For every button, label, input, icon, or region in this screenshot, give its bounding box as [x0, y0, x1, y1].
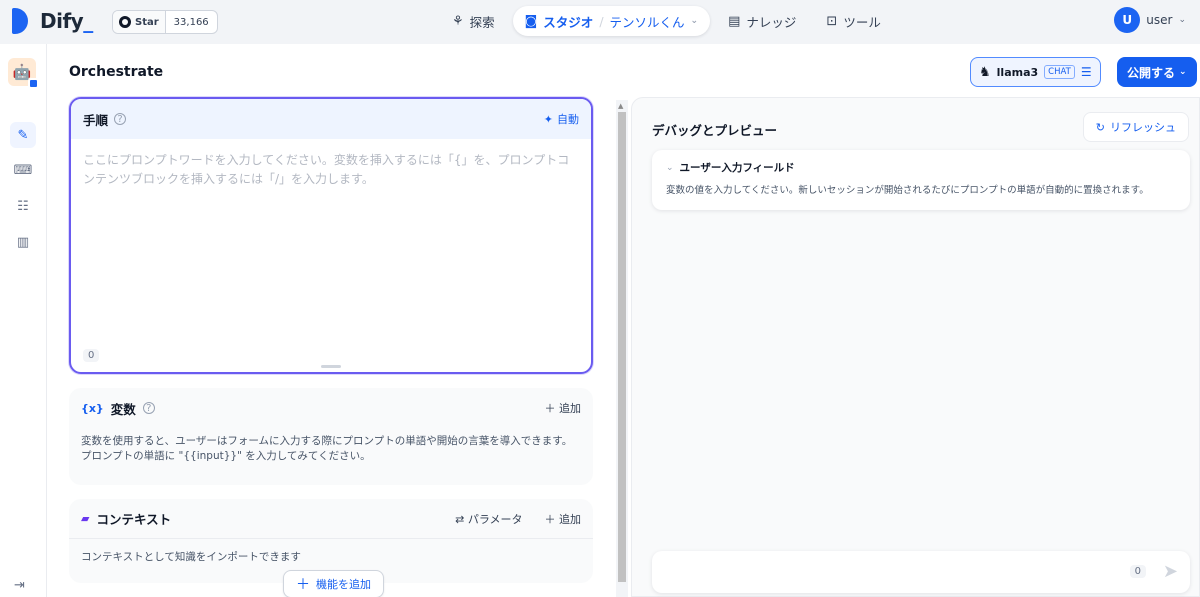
refresh-label: リフレッシュ	[1110, 121, 1176, 134]
github-star-button[interactable]: Star	[113, 11, 166, 33]
auto-generate-label: 自動	[557, 113, 579, 126]
nav-knowledge[interactable]: ▤ ナレッジ	[716, 6, 808, 36]
tools-icon: ⊡	[826, 13, 838, 29]
debug-title: デバッグとプレビュー	[652, 123, 778, 138]
help-question-icon[interactable]: ?	[142, 402, 155, 414]
model-name: llama3	[996, 65, 1039, 79]
llama-model-icon: ♞	[979, 64, 991, 80]
chat-input-box[interactable]: 0 ➤	[652, 551, 1190, 593]
logs-file-icon: ☷	[17, 198, 29, 214]
github-star-count[interactable]: 33,166	[166, 17, 217, 28]
add-context-button[interactable]: ＋ 追加	[545, 511, 582, 527]
variables-title: 変数	[110, 401, 136, 417]
add-variable-label: 追加	[559, 402, 581, 415]
plus-icon: ＋	[296, 577, 310, 593]
add-feature-button[interactable]: ＋ 機能を追加	[283, 570, 384, 597]
dify-logo-mark-icon	[12, 8, 34, 34]
nav-studio-app-name[interactable]: テンソルくん	[610, 12, 685, 31]
nav-knowledge-label: ナレッジ	[746, 14, 797, 30]
terminal-icon: ⌨	[13, 162, 33, 178]
params-sliders-icon: ⇄	[455, 512, 465, 526]
knowledge-book-icon: ▤	[728, 13, 741, 29]
orchestrate-config-column: 手順 ? ✦ 自動 ここにプロンプトワードを入力してください。変数を挿入するには…	[69, 97, 593, 597]
params-label: パラメータ	[467, 512, 523, 526]
collapse-sidebar-icon[interactable]: ⇥	[14, 578, 25, 593]
prompt-editor-header: 手順 ? ✦ 自動	[71, 99, 591, 139]
debug-preview-panel: デバッグとプレビュー ↻ リフレッシュ ⌄ ユーザー入力フィールド 変数の値を入…	[631, 97, 1200, 597]
model-selector-button[interactable]: ♞ llama3 CHAT ☰	[970, 57, 1101, 87]
user-name: user	[1146, 13, 1173, 27]
avatar[interactable]: U	[1114, 7, 1141, 33]
prompt-textarea[interactable]: ここにプロンプトワードを入力してください。変数を挿入するには「{」を、プロンプト…	[71, 139, 591, 201]
user-input-field-title: ユーザー入力フィールド	[679, 162, 795, 174]
sidebar-item-monitoring[interactable]: ▥	[10, 229, 36, 255]
github-star-widget[interactable]: Star 33,166	[112, 10, 218, 34]
send-icon[interactable]: ➤	[1163, 561, 1178, 582]
chat-char-count: 0	[1129, 565, 1146, 578]
chevron-down-icon[interactable]: ⌄	[691, 16, 699, 26]
app-avatar-robot-icon[interactable]: 🤖	[8, 58, 39, 89]
context-description: コンテキストとして知識をインポートできます	[81, 551, 301, 563]
brand-underscore: _	[83, 9, 93, 33]
refresh-icon: ↻	[1095, 120, 1105, 134]
config-scrollbar[interactable]: ▲	[616, 100, 628, 597]
variables-section: {x} 変数 ? ＋ 追加 変数を使用すると、ユーザーはフォームに入力する際にプ…	[69, 388, 593, 485]
context-document-icon: ▰	[81, 512, 90, 525]
nav-studio-label: スタジオ	[543, 14, 594, 30]
context-params-button[interactable]: ⇄ パラメータ	[455, 511, 522, 527]
app-sidebar: 🤖 ✎ ⌨ ☷ ▥ ⇥	[0, 44, 47, 597]
app-type-badge-icon	[28, 78, 39, 89]
breadcrumb-separator: /	[599, 13, 604, 29]
context-title: コンテキスト	[96, 512, 172, 527]
settings-sliders-icon: ☰	[1080, 65, 1092, 79]
nav-explore-label: 探索	[469, 14, 495, 30]
auto-generate-button[interactable]: ✦ 自動	[544, 111, 579, 127]
top-bar: Dify_ Star 33,166 ⚘ 探索 ◙ スタジオ / テンソルくん ⌄…	[0, 0, 1200, 44]
chevron-down-icon: ⌄	[1178, 15, 1186, 25]
sidebar-item-orchestrate[interactable]: ✎	[10, 122, 36, 148]
explore-icon: ⚘	[452, 13, 464, 29]
variables-description: 変数を使用すると、ユーザーはフォームに入力する際にプロンプトの単語や開始の言葉を…	[81, 435, 573, 462]
add-context-label: 追加	[559, 512, 581, 526]
resize-handle[interactable]	[321, 365, 341, 368]
nav-tools[interactable]: ⊡ ツール	[814, 6, 892, 36]
add-feature-label: 機能を追加	[316, 578, 371, 591]
orchestrate-edit-icon: ✎	[17, 127, 29, 143]
dify-logo[interactable]: Dify_	[12, 8, 93, 34]
page-title: Orchestrate	[69, 64, 164, 80]
chevron-down-icon: ⌄	[1179, 67, 1187, 77]
main-area: Orchestrate ♞ llama3 CHAT ☰ 公開する ⌄ 手順 ? …	[47, 44, 1200, 597]
help-question-icon[interactable]: ?	[114, 113, 127, 125]
prompt-editor-card: 手順 ? ✦ 自動 ここにプロンプトワードを入力してください。変数を挿入するには…	[69, 97, 593, 374]
refresh-button[interactable]: ↻ リフレッシュ	[1082, 112, 1189, 142]
user-input-field-description: 変数の値を入力してください。新しいセッションが開始されるたびにプロンプトの単語が…	[666, 185, 1149, 196]
publish-button[interactable]: 公開する ⌄	[1117, 57, 1197, 87]
bar-chart-icon: ▥	[16, 234, 30, 250]
nav-tools-label: ツール	[843, 14, 881, 30]
sparkle-icon: ✦	[543, 112, 553, 126]
scroll-thumb[interactable]	[618, 112, 626, 582]
model-mode-tag: CHAT	[1044, 65, 1075, 79]
user-menu[interactable]: U user ⌄	[1114, 7, 1186, 33]
publish-label: 公開する	[1127, 65, 1176, 80]
variable-braces-icon: {x}	[81, 401, 104, 415]
sidebar-item-api[interactable]: ⌨	[10, 157, 36, 183]
prompt-title: 手順	[83, 112, 109, 128]
brand-name: Dify	[40, 9, 84, 33]
add-variable-button[interactable]: ＋ 追加	[545, 400, 582, 416]
user-input-field-card[interactable]: ⌄ ユーザー入力フィールド 変数の値を入力してください。新しいセッションが開始さ…	[652, 150, 1190, 210]
main-nav: ⚘ 探索 ◙ スタジオ / テンソルくん ⌄ ▤ ナレッジ ⊡ ツール	[440, 6, 893, 36]
sidebar-item-logs[interactable]: ☷	[10, 193, 36, 219]
scroll-up-icon[interactable]: ▲	[618, 102, 623, 110]
nav-studio[interactable]: ◙ スタジオ / テンソルくん ⌄	[512, 6, 711, 36]
prompt-char-count: 0	[83, 349, 100, 362]
nav-explore[interactable]: ⚘ 探索	[440, 6, 507, 36]
studio-robot-icon: ◙	[524, 13, 538, 29]
chevron-down-icon[interactable]: ⌄	[666, 163, 674, 173]
github-star-label: Star	[135, 16, 159, 28]
github-icon	[119, 16, 131, 28]
